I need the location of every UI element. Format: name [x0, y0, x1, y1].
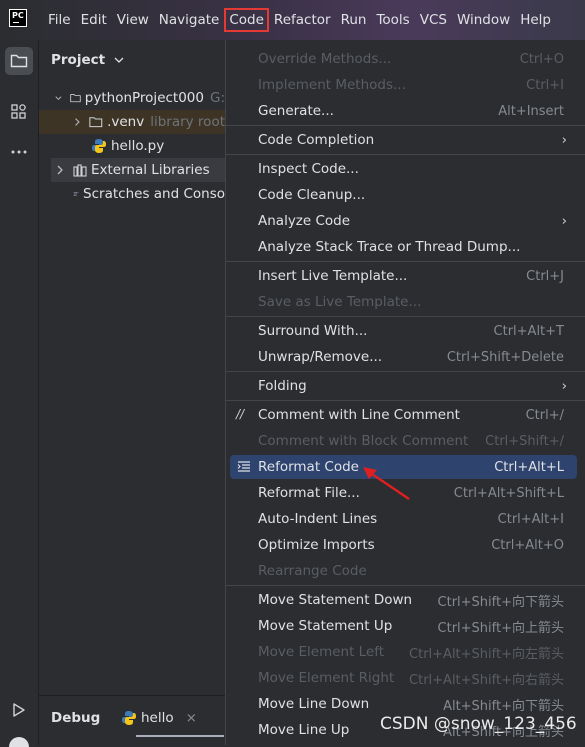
menu-code[interactable]: Code [224, 8, 269, 32]
menu-help[interactable]: Help [515, 8, 556, 32]
chevron-right-icon: › [561, 132, 567, 148]
menu-separator [226, 585, 585, 586]
tool-window-strip [0, 40, 39, 747]
menu-separator [226, 400, 585, 401]
menu-item-auto-indent[interactable]: Auto-Indent Lines Ctrl+Alt+I [230, 507, 577, 531]
menu-separator [226, 154, 585, 155]
menu-separator [226, 125, 585, 126]
more-tools-button[interactable] [5, 138, 33, 166]
chevron-right-icon [57, 165, 63, 175]
menu-item-save-live-template[interactable]: Save as Live Template... [230, 290, 577, 314]
menu-item-rearrange-code[interactable]: Rearrange Code [230, 559, 577, 583]
menu-separator [226, 316, 585, 317]
menu-separator [226, 371, 585, 372]
folder-icon [70, 94, 81, 103]
tree-item-scratches[interactable]: Scratches and Conso [39, 182, 225, 206]
menu-item-move-line-down[interactable]: Move Line Down Alt+Shift+向下箭头 [230, 692, 577, 716]
menu-separator [226, 261, 585, 262]
run-tool-button[interactable] [5, 696, 33, 724]
menu-vcs[interactable]: VCS [415, 8, 452, 32]
run-triangle-icon [13, 703, 25, 717]
code-menu-dropdown: Override Methods... Ctrl+O Implement Meth… [225, 40, 585, 745]
watermark: CSDN @snow_123_456 [380, 714, 577, 734]
menu-navigate[interactable]: Navigate [154, 8, 225, 32]
menu-edit[interactable]: Edit [76, 8, 112, 32]
project-tool-button[interactable] [5, 47, 33, 75]
menu-bar: PC File Edit View Navigate Code Refactor… [0, 0, 585, 40]
close-icon[interactable]: × [186, 710, 197, 726]
active-tab-underline [136, 735, 224, 737]
menu-item-code-cleanup[interactable]: Code Cleanup... [230, 183, 577, 207]
annotation-arrow-icon [363, 467, 410, 500]
menu-item-analyze-stack-trace[interactable]: Analyze Stack Trace or Thread Dump... [230, 235, 577, 259]
menu-item-surround-with[interactable]: Surround With... Ctrl+Alt+T [230, 319, 577, 343]
scratches-icon [73, 191, 79, 196]
menu-item-move-element-left[interactable]: Move Element Left Ctrl+Alt+Shift+向左箭头 [230, 640, 577, 664]
menu-item-generate[interactable]: Generate... Alt+Insert [230, 99, 577, 123]
tree-item-hello-py[interactable]: hello.py [39, 134, 225, 158]
menu-window[interactable]: Window [452, 8, 515, 32]
menu-view[interactable]: View [112, 8, 154, 32]
debug-title: Debug [51, 710, 101, 726]
structure-icon [11, 104, 26, 119]
menu-item-implement-methods[interactable]: Implement Methods... Ctrl+I [230, 73, 577, 97]
menu-item-comment-block[interactable]: Comment with Block Comment Ctrl+Shift+/ [230, 429, 577, 453]
comment-icon: // [236, 407, 245, 421]
pycharm-logo-icon[interactable]: PC [9, 9, 27, 27]
library-icon [73, 164, 87, 177]
menu-item-comment-line[interactable]: // Comment with Line Comment Ctrl+/ [230, 403, 577, 427]
tree-item-venv[interactable]: .venv library root [39, 110, 225, 134]
chevron-down-icon [114, 57, 124, 63]
chevron-right-icon: › [561, 378, 567, 394]
debug-tool-window-bar: Debug hello × [39, 695, 225, 746]
chevron-right-icon: › [561, 213, 567, 229]
structure-tool-button[interactable] [5, 98, 33, 126]
debug-tab-hello[interactable]: hello × [121, 710, 197, 726]
menu-item-override-methods[interactable]: Override Methods... Ctrl+O [230, 47, 577, 71]
project-panel-title[interactable]: Project [51, 52, 124, 68]
menu-item-move-element-right[interactable]: Move Element Right Ctrl+Alt+Shift+向右箭头 [230, 666, 577, 690]
chevron-right-icon [75, 118, 80, 126]
menu-refactor[interactable]: Refactor [269, 8, 336, 32]
menu-item-folding[interactable]: Folding › [230, 374, 577, 398]
project-panel: Project pythonProject000 G: .venv librar… [39, 40, 225, 695]
tree-item-external-libraries[interactable]: External Libraries [51, 158, 225, 182]
chevron-down-icon [55, 96, 62, 100]
menu-item-insert-live-template[interactable]: Insert Live Template... Ctrl+J [230, 264, 577, 288]
menu-item-optimize-imports[interactable]: Optimize Imports Ctrl+Alt+O [230, 533, 577, 557]
menu-item-analyze-code[interactable]: Analyze Code › [230, 209, 577, 233]
menu-tools[interactable]: Tools [371, 8, 414, 32]
tree-item-project-root[interactable]: pythonProject000 G: [39, 86, 225, 110]
python-file-icon [92, 139, 106, 153]
menu-file[interactable]: File [43, 8, 76, 32]
debug-bug-icon[interactable] [9, 737, 29, 747]
more-dots-icon [11, 150, 27, 154]
menu-run[interactable]: Run [336, 8, 372, 32]
menu-item-move-statement-up[interactable]: Move Statement Up Ctrl+Shift+向上箭头 [230, 614, 577, 638]
menu-item-move-statement-down[interactable]: Move Statement Down Ctrl+Shift+向下箭头 [230, 588, 577, 612]
menu-item-inspect-code[interactable]: Inspect Code... [230, 157, 577, 181]
menu-item-unwrap-remove[interactable]: Unwrap/Remove... Ctrl+Shift+Delete [230, 345, 577, 369]
menu-item-code-completion[interactable]: Code Completion › [230, 128, 577, 152]
reformat-icon [237, 461, 250, 472]
python-file-icon [122, 711, 136, 725]
folder-icon [10, 54, 28, 68]
folder-icon [89, 117, 103, 128]
